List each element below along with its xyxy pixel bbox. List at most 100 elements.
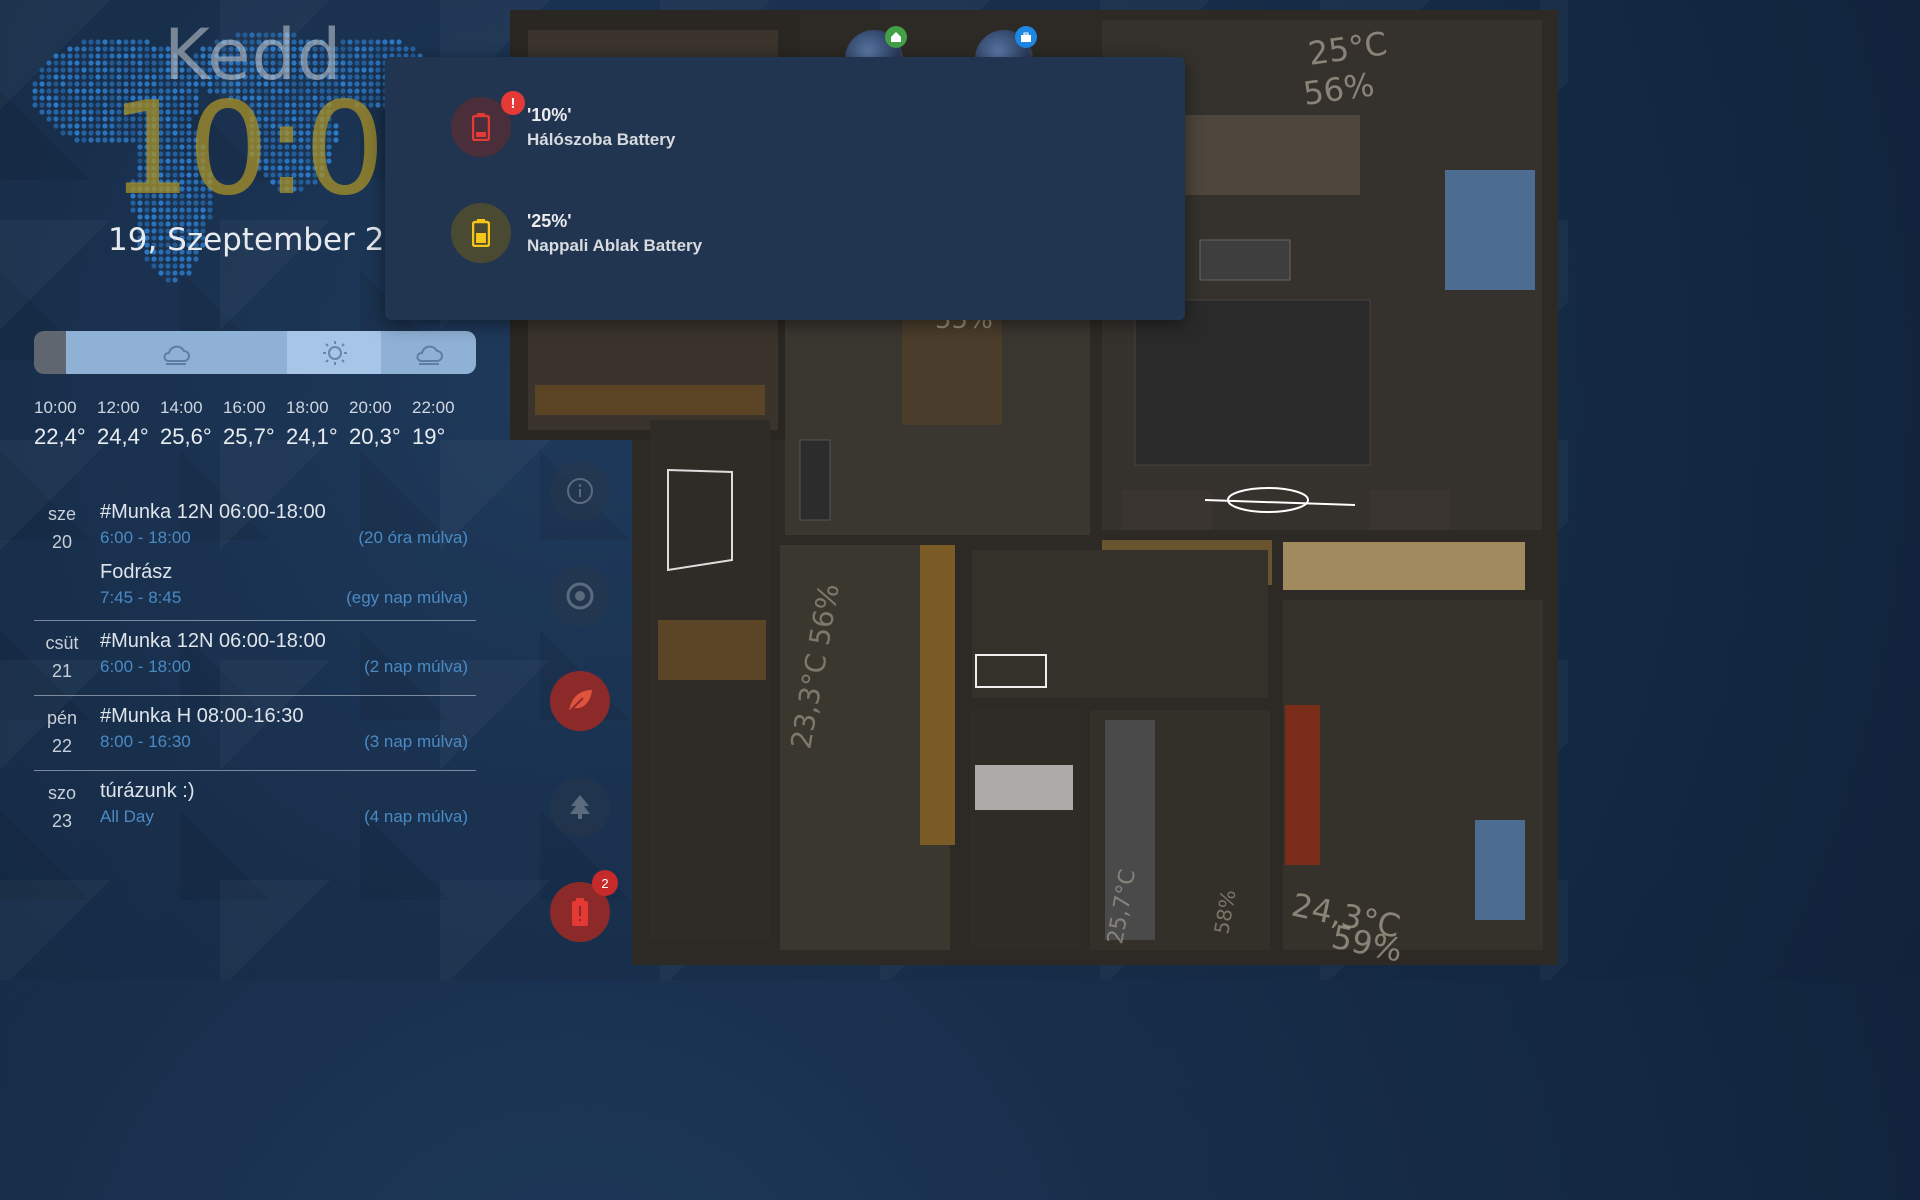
window-living [1445, 170, 1535, 290]
calendar-event[interactable]: #Munka 12N 06:00-18:00 6:00 - 18:00 (20 ó… [100, 498, 468, 550]
tree-icon [567, 793, 593, 821]
calendar-daynum: 23 [34, 807, 90, 835]
sofa [1180, 115, 1360, 195]
forecast-time: 20:00 [349, 398, 412, 418]
christmas-lights-button[interactable] [550, 777, 610, 837]
calendar-events: #Munka 12N 06:00-18:00 6:00 - 18:00 (20 ó… [90, 498, 476, 610]
info-icon [566, 477, 594, 505]
calendar-weekday: szo [34, 779, 90, 807]
furniture-shelf [535, 385, 765, 415]
vacuum-button[interactable] [550, 566, 610, 626]
calendar-event[interactable]: #Munka H 08:00-16:30 8:00 - 16:30 (3 nap … [100, 702, 468, 754]
washing-machine [975, 765, 1073, 810]
battery-name: Hálószoba Battery [527, 130, 675, 150]
side-table-2 [1370, 490, 1450, 530]
cloudy-sun-icon [413, 339, 445, 367]
calendar-weekday: sze [34, 500, 90, 528]
calendar-date: csüt 21 [34, 627, 90, 685]
event-relative: (egy nap múlva) [346, 586, 468, 610]
forecast-temp: 22,4° [34, 424, 97, 450]
calendar-date: szo 23 [34, 777, 90, 835]
event-relative: (4 nap múlva) [364, 805, 468, 829]
calendar-daynum: 20 [34, 528, 90, 556]
calendar-events: #Munka H 08:00-16:30 8:00 - 16:30 (3 nap … [90, 702, 476, 760]
battery-item-nappali[interactable]: '25%' Nappali Ablak Battery [451, 203, 702, 263]
battery-alert-icon [570, 897, 590, 927]
calendar-event[interactable]: Fodrász 7:45 - 8:45 (egy nap múlva) [100, 558, 468, 610]
room-storage [972, 550, 1268, 698]
robot-vacuum-icon [566, 582, 594, 610]
forecast-item: 20:00 20,3° [349, 398, 412, 450]
battery-low-icon [472, 113, 490, 141]
battery-name: Nappali Ablak Battery [527, 236, 702, 256]
event-title: #Munka H 08:00-16:30 [100, 702, 468, 730]
info-button[interactable] [550, 461, 610, 521]
weather-timeline-bar [34, 331, 476, 374]
calendar-event[interactable]: #Munka 12N 06:00-18:00 6:00 - 18:00 (2 na… [100, 627, 468, 679]
battery-item-halo[interactable]: ! '10%' Hálószoba Battery [451, 97, 675, 157]
calendar-weekday: csüt [34, 629, 90, 657]
forecast-temp: 19° [412, 424, 475, 450]
forecast-temp: 24,4° [97, 424, 160, 450]
calendar-daynum: 22 [34, 732, 90, 760]
battery-value: '25%' [527, 211, 702, 232]
calendar-event[interactable]: túrázunk :) All Day (4 nap múlva) [100, 777, 468, 829]
calendar-list: sze 20 #Munka 12N 06:00-18:00 6:00 - 18:… [34, 492, 476, 845]
calendar-events: #Munka 12N 06:00-18:00 6:00 - 18:00 (2 na… [90, 627, 476, 685]
event-time: 6:00 - 18:00 [100, 526, 191, 550]
forecast-item: 10:00 22,4° [34, 398, 97, 450]
battery-alert-count-badge: 2 [592, 870, 618, 896]
event-time: 6:00 - 18:00 [100, 655, 191, 679]
home-badge-icon [885, 26, 907, 48]
tv-cabinet [1200, 240, 1290, 280]
event-title: túrázunk :) [100, 777, 468, 805]
event-title: Fodrász [100, 558, 468, 586]
forecast-item: 14:00 25,6° [160, 398, 223, 450]
sun-icon [321, 339, 349, 367]
event-relative: (2 nap múlva) [364, 655, 468, 679]
event-title: #Munka 12N 06:00-18:00 [100, 627, 468, 655]
weather-segment-cloudy-2 [381, 331, 476, 374]
calendar-date: pén 22 [34, 702, 90, 760]
calendar-day: szo 23 túrázunk :) All Day (4 nap múlva) [34, 771, 476, 845]
battery-popup: ! '10%' Hálószoba Battery '25%' Nappali … [385, 57, 1185, 320]
forecast-time: 14:00 [160, 398, 223, 418]
calendar-date: sze 20 [34, 498, 90, 610]
alert-badge-icon: ! [501, 91, 525, 115]
forecast-time: 10:00 [34, 398, 97, 418]
forecast-temp: 20,3° [349, 424, 412, 450]
eco-mode-button[interactable] [550, 671, 610, 731]
weather-segment-past [34, 331, 66, 374]
weather-segment-sunny [287, 331, 381, 374]
event-relative: (20 óra múlva) [358, 526, 468, 550]
forecast-item: 12:00 24,4° [97, 398, 160, 450]
fridge [800, 440, 830, 520]
forecast-time: 16:00 [223, 398, 286, 418]
battery-alerts-button[interactable]: 2 [550, 882, 610, 942]
forecast-item: 22:00 19° [412, 398, 475, 450]
forecast-temp: 25,7° [223, 424, 286, 450]
window-bedroom [1475, 820, 1525, 920]
rug [1135, 300, 1370, 465]
forecast-temp: 25,6° [160, 424, 223, 450]
event-title: #Munka 12N 06:00-18:00 [100, 498, 468, 526]
battery-status-icon: ! [451, 97, 511, 157]
event-time: 8:00 - 16:30 [100, 730, 191, 754]
battery-status-icon [451, 203, 511, 263]
event-relative: (3 nap múlva) [364, 730, 468, 754]
forecast-temp: 24,1° [286, 424, 349, 450]
hall-shelf [658, 620, 766, 680]
side-table [1122, 490, 1212, 530]
leaf-icon [565, 686, 595, 716]
calendar-weekday: pén [34, 704, 90, 732]
calendar-events: túrázunk :) All Day (4 nap múlva) [90, 777, 476, 835]
forecast-time: 12:00 [97, 398, 160, 418]
corridor-cabinet [920, 545, 955, 845]
shelf-b [1283, 542, 1525, 590]
bedroom-cabinet [1285, 705, 1320, 865]
calendar-day: sze 20 #Munka 12N 06:00-18:00 6:00 - 18:… [34, 492, 476, 621]
forecast-time: 22:00 [412, 398, 475, 418]
work-badge-icon [1015, 26, 1037, 48]
battery-value: '10%' [527, 105, 675, 126]
forecast-time: 18:00 [286, 398, 349, 418]
